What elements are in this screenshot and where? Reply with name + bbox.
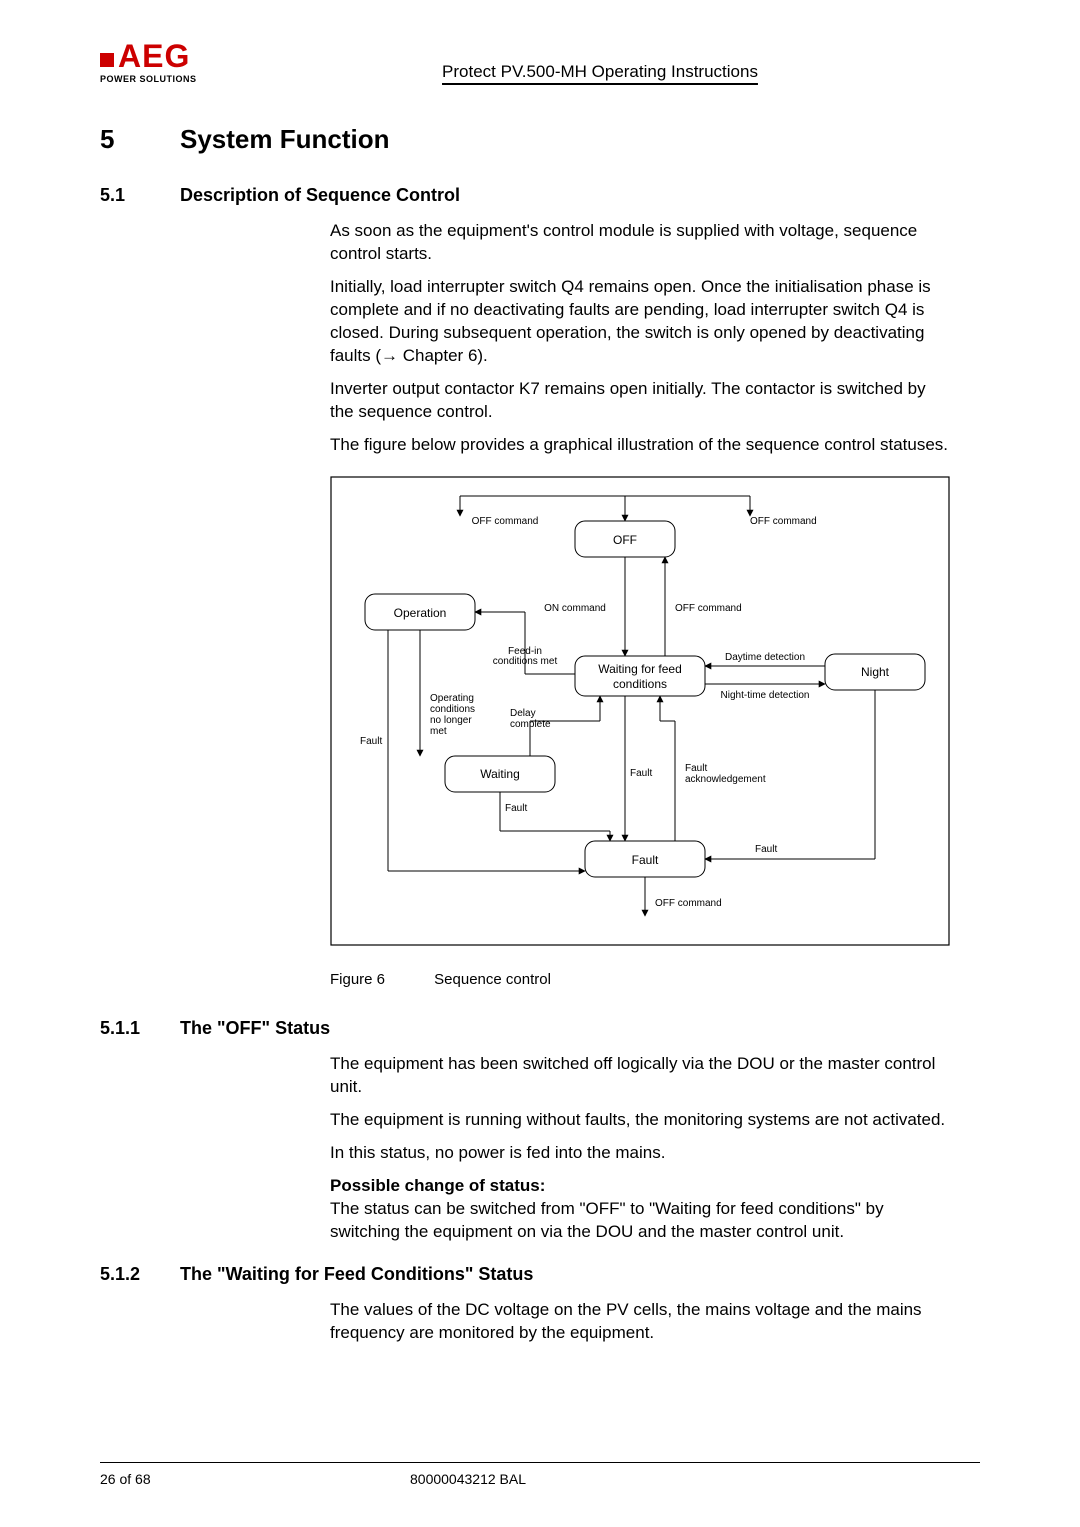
header-title-wrap: Protect PV.500-MH Operating Instructions [220, 62, 980, 84]
sequence-control-diagram: OFF OFF command OFF command ON command O… [330, 476, 950, 946]
paragraph: The equipment has been switched off logi… [330, 1053, 950, 1099]
subsection-number: 5.1 [100, 185, 180, 206]
logo-subtitle: POWER SOLUTIONS [100, 74, 220, 84]
logo-text: AEG [100, 40, 220, 72]
edge-off-cmd-mid: OFF command [675, 603, 742, 614]
body-5-1-1: The equipment has been switched off logi… [330, 1053, 950, 1244]
paragraph: In this status, no power is fed into the… [330, 1142, 950, 1165]
subsection-5-1-2-heading: 5.1.2 The "Waiting for Feed Conditions" … [100, 1264, 980, 1285]
edge-fault-night: Fault [755, 844, 777, 855]
edge-opc-l4: met [430, 726, 447, 737]
subsection-title: The "Waiting for Feed Conditions" Status [180, 1264, 533, 1285]
node-off: OFF [613, 533, 637, 547]
paragraph: The figure below provides a graphical il… [330, 434, 950, 457]
paragraph: The status can be switched from "OFF" to… [330, 1198, 950, 1244]
section-heading: 5 System Function [100, 124, 980, 155]
edge-fault-waiting: Fault [505, 803, 527, 814]
paragraph: As soon as the equipment's control modul… [330, 220, 950, 266]
logo: AEG POWER SOLUTIONS [100, 40, 220, 84]
section-number: 5 [100, 124, 180, 155]
paragraph-strong: Possible change of status: [330, 1175, 950, 1198]
node-operation: Operation [394, 606, 447, 620]
subsection-number: 5.1.2 [100, 1264, 180, 1285]
edge-off-cmd-right: OFF command [750, 516, 817, 527]
subsection-5-1-heading: 5.1 Description of Sequence Control [100, 185, 980, 206]
figure-caption-text: Sequence control [434, 971, 551, 988]
edge-opc-l3: no longer [430, 715, 472, 726]
edge-fack-l1: Fault [685, 763, 707, 774]
status-change-label: Possible change of status: [330, 1176, 545, 1195]
edge-fack-l2: acknowledgement [685, 774, 766, 785]
node-fault: Fault [632, 853, 659, 867]
body-5-1: As soon as the equipment's control modul… [330, 220, 950, 456]
page-footer: 26 of 68 80000043212 BAL [100, 1462, 980, 1487]
edge-delay-l1: Delay [510, 708, 536, 719]
edge-fault-feed: Fault [630, 768, 652, 779]
logo-square-icon [100, 53, 114, 67]
node-waiting-feed-l1: Waiting for feed [598, 662, 682, 676]
section-title: System Function [180, 124, 389, 155]
edge-opc-l2: conditions [430, 704, 475, 715]
subsection-title: The "OFF" Status [180, 1018, 330, 1039]
subsection-number: 5.1.1 [100, 1018, 180, 1039]
edge-fault-left: Fault [360, 736, 382, 747]
node-waiting-feed-l2: conditions [613, 677, 667, 691]
page-header: AEG POWER SOLUTIONS Protect PV.500-MH Op… [100, 40, 980, 84]
edge-on-cmd: ON command [544, 603, 606, 614]
edge-daytime: Daytime detection [725, 652, 805, 663]
edge-opc-l1: Operating [430, 693, 474, 704]
doc-number: 80000043212 BAL [330, 1471, 980, 1487]
figure-caption: Figure 6 Sequence control [330, 971, 980, 988]
body-5-1-2: The values of the DC voltage on the PV c… [330, 1299, 950, 1345]
subsection-5-1-1-heading: 5.1.1 The "OFF" Status [100, 1018, 980, 1039]
edge-off-cmd-fault: OFF command [655, 898, 722, 909]
paragraph: Inverter output contactor K7 remains ope… [330, 378, 950, 424]
node-waiting: Waiting [480, 767, 520, 781]
edge-off-cmd-left: OFF command [472, 516, 539, 527]
figure-label: Figure 6 [330, 971, 430, 988]
edge-feed-l2: conditions met [493, 656, 558, 667]
paragraph: Initially, load interrupter switch Q4 re… [330, 276, 950, 368]
logo-brand: AEG [118, 38, 190, 74]
edge-nighttime: Night-time detection [721, 690, 810, 701]
page-number: 26 of 68 [100, 1471, 330, 1487]
subsection-title: Description of Sequence Control [180, 185, 460, 206]
node-night: Night [861, 665, 890, 679]
edge-delay-l2: complete [510, 719, 551, 730]
paragraph: The equipment is running without faults,… [330, 1109, 950, 1132]
paragraph: The values of the DC voltage on the PV c… [330, 1299, 950, 1345]
figure-6: OFF OFF command OFF command ON command O… [330, 476, 980, 951]
header-doc-title: Protect PV.500-MH Operating Instructions [442, 62, 758, 81]
